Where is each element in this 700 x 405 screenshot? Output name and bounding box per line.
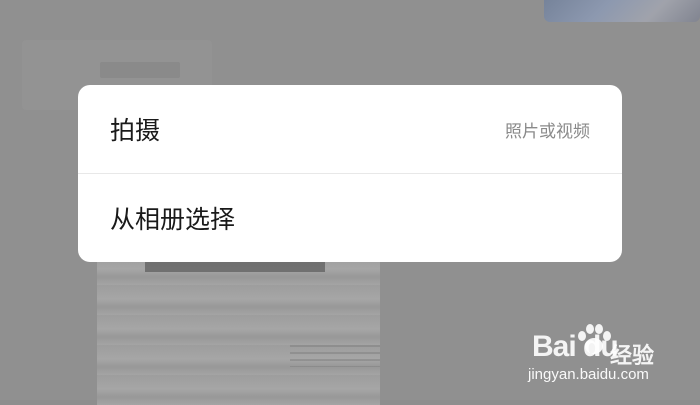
choose-from-album-label: 从相册选择	[110, 204, 236, 234]
background-card-text	[100, 62, 180, 78]
take-photo-option[interactable]: 拍摄 照片或视频	[78, 85, 622, 173]
background-photo	[97, 255, 380, 405]
media-source-action-sheet: 拍摄 照片或视频 从相册选择	[78, 85, 622, 262]
watermark-url: jingyan.baidu.com	[528, 366, 649, 383]
choose-from-album-option[interactable]: 从相册选择	[78, 173, 622, 261]
take-photo-hint: 照片或视频	[505, 121, 590, 142]
background-photo-detail	[145, 262, 325, 272]
baidu-jingyan-watermark: Bai du 经验 jingyan.baidu.com	[528, 322, 662, 388]
background-photo-lines	[290, 345, 380, 367]
take-photo-label: 拍摄	[110, 116, 161, 145]
background-image-thumbnail	[544, 0, 700, 22]
baidu-paw-icon	[578, 324, 611, 354]
